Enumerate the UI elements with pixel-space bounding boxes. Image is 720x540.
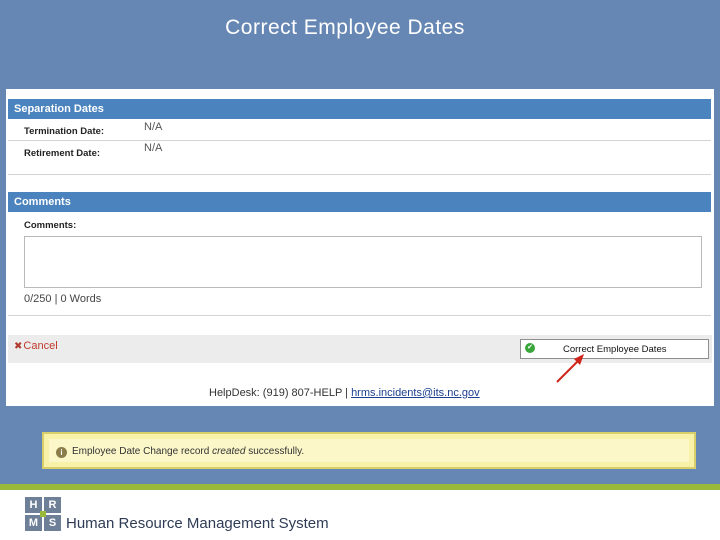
helpdesk-phone: HelpDesk: (919) 807-HELP | [209,387,352,399]
comments-divider [8,315,711,316]
green-check-icon: ✔ [525,343,535,353]
message-suffix: successfully. [245,446,305,457]
field-divider [8,140,711,141]
system-name: Human Resource Management System [66,515,329,532]
cancel-button[interactable]: ✖Cancel [14,340,58,352]
retirement-date-label: Retirement Date: [24,148,101,159]
comments-textarea[interactable] [24,236,702,288]
logo-letter-s: S [44,515,61,531]
notification-body: i Employee Date Change record created su… [49,439,689,462]
termination-date-value: N/A [144,121,163,133]
helpdesk-email-link[interactable]: hrms.incidents@its.nc.gov [351,387,480,399]
separation-dates-header: Separation Dates [8,99,711,119]
info-icon: i [56,447,67,458]
word-count: 0/250 | 0 Words [24,293,102,305]
slide-title: Correct Employee Dates [225,16,465,39]
action-bar: ✖Cancel ✔ Correct Employee Dates [8,335,712,363]
retirement-date-value: N/A [144,142,163,154]
submit-label: Correct Employee Dates [563,344,667,355]
close-x-icon: ✖ [14,341,23,352]
form-panel: Separation Dates Termination Date: N/A R… [6,89,714,406]
cancel-label: Cancel [23,340,58,352]
comments-label: Comments: [24,220,77,231]
message-emphasis: created [212,446,246,457]
message-prefix: Employee Date Change record [72,446,213,457]
notification-message: Employee Date Change record created succ… [72,446,304,457]
footer-accent-bar [0,484,720,490]
logo-letter-r: R [44,497,61,513]
section-divider [8,174,711,175]
logo-letter-m: M [25,515,42,531]
success-notification: i Employee Date Change record created su… [42,432,696,469]
logo-center-mark [40,511,46,517]
termination-date-label: Termination Date: [24,126,105,137]
comments-header: Comments [8,192,711,212]
helpdesk-info: HelpDesk: (919) 807-HELP | hrms.incident… [209,387,480,399]
correct-employee-dates-button[interactable]: ✔ Correct Employee Dates [520,339,709,359]
hrms-logo: H R M S [25,497,61,531]
